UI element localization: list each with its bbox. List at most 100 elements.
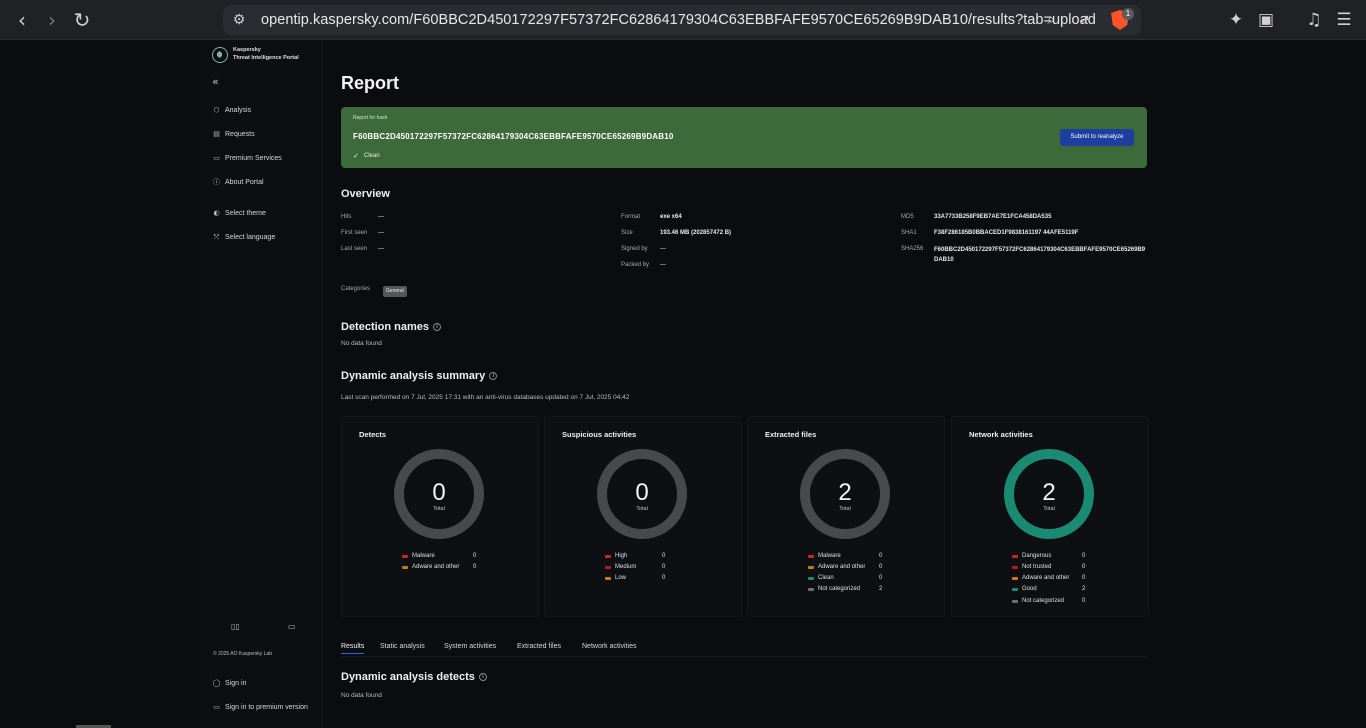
browser-toolbar: ‹ › ↻ ⚙ opentip.kaspersky.com/F60BBC2D45…: [0, 0, 1366, 40]
sha1-value[interactable]: F38F286185B0BBACED1F9838161197 44AFE5119…: [934, 230, 1078, 236]
legend-value: 0: [1082, 575, 1086, 581]
legend-item: Medium: [605, 562, 636, 572]
detection-empty-text: No data found: [341, 340, 382, 347]
address-bar[interactable]: ⚙ opentip.kaspersky.com/F60BBC2D45017229…: [223, 5, 1141, 35]
legend-label: Not categorized: [1022, 598, 1065, 604]
dynamic-summary-heading: Dynamic analysis summary i: [341, 370, 498, 382]
back-icon[interactable]: ‹: [10, 8, 34, 32]
page-title: Report: [341, 73, 399, 93]
info-icon[interactable]: i: [478, 673, 487, 681]
reload-icon[interactable]: ↻: [70, 8, 94, 32]
legend-swatch: [1012, 554, 1018, 558]
donut-total: 2: [1042, 479, 1056, 506]
feedback-icon[interactable]: ▭: [288, 622, 296, 631]
sidebar-item-label: Select theme: [225, 209, 266, 217]
sha256-label: SHA256: [901, 246, 924, 252]
tab-system-activities[interactable]: System activities: [444, 643, 496, 650]
tab-results[interactable]: Results: [341, 643, 365, 654]
status-badge: ✓ Clean: [353, 152, 380, 160]
sidebar-item-about-portal[interactable]: ⓘ About Portal: [212, 175, 264, 189]
dynamic-detects-title: Dynamic analysis detects: [341, 671, 475, 683]
legend-label: Adware and other: [818, 564, 866, 570]
card-title: Network activities: [969, 430, 1033, 439]
sidebar-item-select-language[interactable]: ⤲ Select language: [212, 230, 276, 244]
legend-item: Not categorized: [1012, 596, 1064, 606]
donut-chart: 2 Total: [800, 449, 890, 539]
check-icon: ✓: [353, 152, 359, 160]
user-icon: ◯: [212, 678, 221, 687]
site-settings-icon[interactable]: ⚙: [229, 10, 249, 30]
sidebar-item-analysis[interactable]: ⬡ Analysis: [212, 103, 251, 117]
url-text[interactable]: opentip.kaspersky.com/F60BBC2D450172297F…: [261, 12, 1096, 28]
results-tabs: Results Static analysis System activitie…: [341, 641, 1147, 657]
donut-label: Total: [1043, 506, 1055, 512]
sidebar-item-premium-services[interactable]: ▭ Premium Services: [212, 151, 282, 165]
dynamic-summary-title: Dynamic analysis summary: [341, 370, 486, 382]
detects-empty-text: No data found: [341, 692, 382, 699]
legend-swatch: [1012, 599, 1018, 603]
menu-icon[interactable]: ☰: [1332, 8, 1356, 32]
legend-item: Good: [1012, 584, 1037, 594]
kaspersky-logo-icon[interactable]: [212, 47, 228, 63]
md5-value[interactable]: 33A7733B258F9EB7AE7E1FCA458DA535: [934, 214, 1051, 220]
legend-item: High: [605, 551, 627, 561]
sign-in-premium-label: Sign in to premium version: [225, 703, 308, 711]
zoom-icon[interactable]: ⌕: [1041, 10, 1061, 30]
legend-label: Adware and other: [412, 564, 460, 570]
legend-value: 0: [1082, 553, 1086, 559]
sign-in-link[interactable]: ◯ Sign in: [212, 676, 247, 690]
wallet-icon[interactable]: ▣: [1254, 8, 1278, 32]
info-icon[interactable]: i: [433, 323, 442, 331]
sidebar-item-select-theme[interactable]: ◐ Select theme: [212, 206, 266, 220]
legend-swatch: [605, 576, 611, 580]
sign-in-premium-link[interactable]: ▭ Sign in to premium version: [212, 700, 308, 714]
donut-chart: 0 Total: [597, 449, 687, 539]
detection-names-heading: Detection names i: [341, 321, 442, 333]
donut-total: 0: [432, 479, 446, 506]
media-icon[interactable]: ♫: [1302, 8, 1326, 32]
briefcase-icon: ▭: [213, 153, 220, 162]
categories-label: Categories: [341, 286, 371, 292]
legend-value: 0: [662, 575, 666, 581]
brand-subtitle[interactable]: Threat Intelligence Portal: [233, 55, 299, 61]
share-icon[interactable]: ↗: [1074, 10, 1094, 30]
brave-shield-count: 1: [1122, 8, 1134, 20]
legend-label: Malware: [818, 553, 841, 559]
legend-label: Dangerous: [1022, 553, 1052, 559]
premium-icon: ▭: [213, 702, 220, 711]
brand-name[interactable]: Kaspersky: [233, 47, 261, 53]
suspicious-activities-card: Suspicious activities 0 Total High 0 Med…: [544, 416, 742, 617]
legend-value: 0: [662, 564, 666, 570]
sidebar-item-label: Requests: [225, 130, 255, 138]
card-title: Suspicious activities: [562, 430, 637, 439]
network-activities-card: Network activities 2 Total Dangerous 0 N…: [951, 416, 1149, 617]
copyright: © 2025 AO Kaspersky Lab: [213, 651, 272, 657]
legend-label: Malware: [412, 553, 435, 559]
legend-item: Clean: [808, 573, 834, 583]
tab-extracted-files[interactable]: Extracted files: [517, 643, 561, 650]
info-icon[interactable]: i: [489, 372, 498, 380]
sidebar-item-requests[interactable]: ▤ Requests: [212, 127, 255, 141]
legend-label: High: [615, 553, 628, 559]
info-icon: ⓘ: [213, 177, 220, 186]
book-icon[interactable]: ▯▯: [231, 622, 240, 631]
legend-swatch: [605, 554, 611, 558]
extensions-icon[interactable]: ✦: [1224, 8, 1248, 32]
legend-swatch: [1012, 565, 1018, 569]
card-title: Detects: [359, 430, 387, 439]
legend-item: Adware and other: [808, 562, 865, 572]
tab-static-analysis[interactable]: Static analysis: [380, 643, 425, 650]
reanalyze-button[interactable]: Submit to reanalyze: [1060, 129, 1134, 146]
status-text: Clean: [363, 153, 380, 159]
last-seen-label: Last seen: [341, 246, 368, 252]
sidebar: Kaspersky Threat Intelligence Portal « ⬡…: [200, 40, 323, 728]
donut-label: Total: [636, 506, 648, 512]
collapse-sidebar-icon[interactable]: «: [212, 75, 219, 88]
forward-icon[interactable]: ›: [40, 8, 64, 32]
sha256-value[interactable]: F60BBC2D450172297F57372FC62864179304C63E…: [934, 245, 1149, 265]
legend-swatch: [808, 565, 814, 569]
overview-heading: Overview: [341, 188, 390, 200]
legend-label: Clean: [818, 575, 834, 581]
tab-network-activities[interactable]: Network activities: [582, 643, 636, 650]
detects-card: Detects 0 Total Malware 0 Adware and oth…: [341, 416, 539, 617]
